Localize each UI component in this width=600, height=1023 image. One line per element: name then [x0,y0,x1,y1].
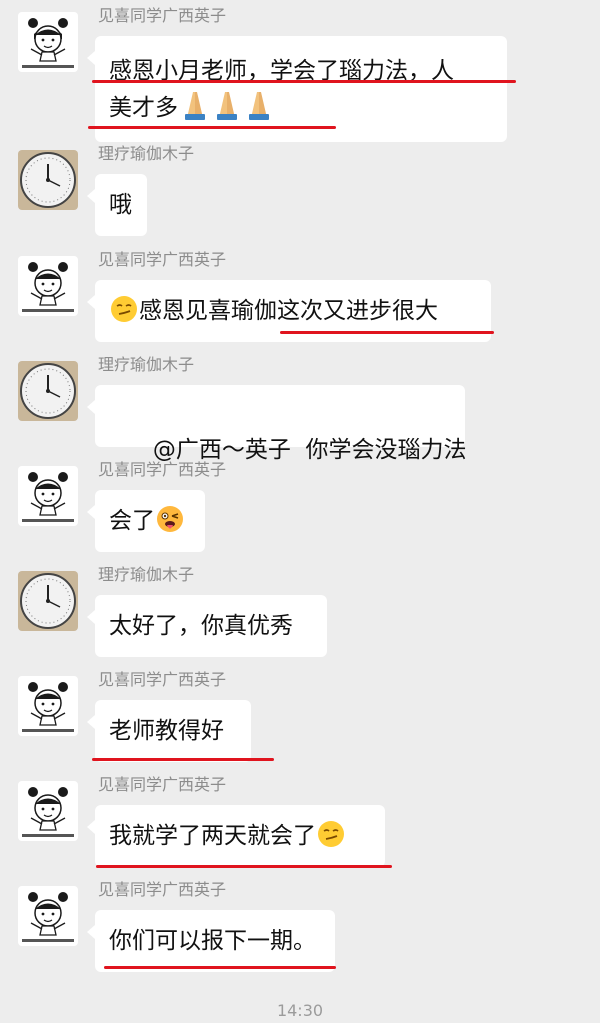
smirk-face-icon [110,295,138,333]
highlight-underline [88,126,336,129]
message-bubble[interactable]: 哦 [87,174,147,236]
sender-name: 理疗瑜伽木子 [98,144,195,163]
message-text: 太好了，你真优秀 [109,613,293,639]
sender-name: 见喜同学广西英子 [98,775,227,794]
sender-name: 见喜同学广西英子 [98,880,227,899]
sender-name: 见喜同学广西英子 [98,250,227,269]
message-text-line-2-text: 美才多 [109,95,178,121]
highlight-underline [104,966,336,969]
message-bubble[interactable]: 你们可以报下一期。 [87,910,335,972]
avatar-girl-cartoon[interactable] [18,466,78,526]
highlight-underline [92,758,274,761]
tongue-wink-face-icon [156,505,184,543]
sender-name: 理疗瑜伽木子 [98,355,195,374]
message-text: 会了 [109,508,155,534]
avatar-girl-cartoon[interactable] [18,886,78,946]
message-text: 我就学了两天就会了 [109,823,316,849]
sender-name: 见喜同学广西英子 [98,6,227,25]
sender-name: 理疗瑜伽木子 [98,565,195,584]
avatar-clock[interactable] [18,361,78,421]
time-separator: 14:30 [276,1001,324,1020]
highlight-underline [280,331,494,334]
message-text: 哦 [109,192,132,218]
message-bubble[interactable]: 老师教得好 [87,700,251,762]
avatar-clock[interactable] [18,571,78,631]
avatar-girl-cartoon[interactable] [18,256,78,316]
sender-name: 见喜同学广西英子 [98,670,227,689]
message-text: 感恩见喜瑜伽这次又进步很大 [139,298,438,324]
avatar-clock[interactable] [18,150,78,210]
message-text-line-2: 美才多 [109,90,493,130]
message-text: 你们可以报下一期。 [109,928,316,954]
avatar-girl-cartoon[interactable] [18,676,78,736]
chat-view: 见喜同学广西英子 感恩小月老师，学会了瑙力法，人 美才多 理疗瑜伽木子 哦 见喜… [0,0,600,1023]
message-bubble[interactable]: 会了 [87,490,205,552]
sender-name: 见喜同学广西英子 [98,460,227,479]
highlight-underline [96,865,392,868]
message-bubble[interactable]: 我就学了两天就会了 [87,805,385,867]
smirk-face-icon [317,820,345,858]
message-bubble[interactable]: 太好了，你真优秀 [87,595,327,657]
message-bubble[interactable]: @广西～英子 你学会没瑙力法 [87,385,467,463]
message-text: 老师教得好 [109,718,224,744]
praying-hands-icon [179,90,275,130]
highlight-underline [92,80,516,83]
avatar-girl-cartoon[interactable] [18,12,78,72]
avatar-girl-cartoon[interactable] [18,781,78,841]
